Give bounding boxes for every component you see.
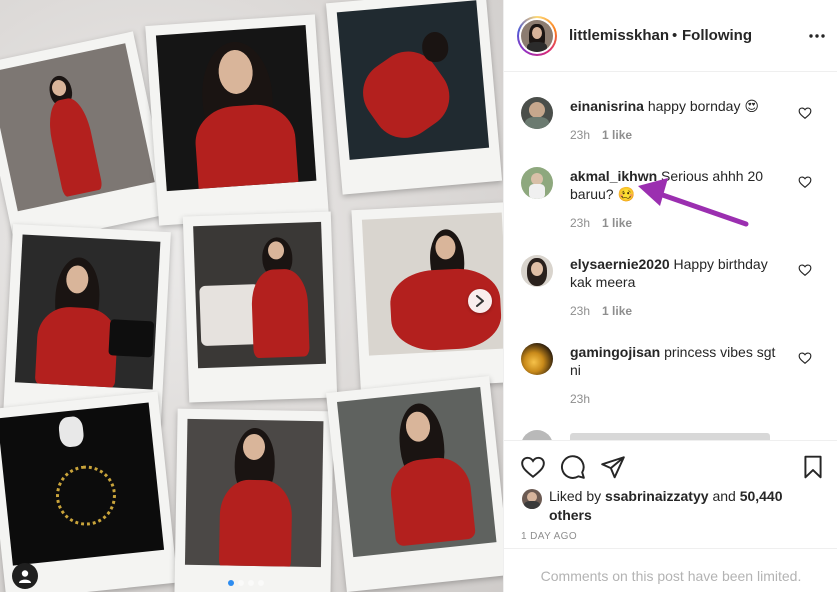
carousel-dot [248, 580, 254, 586]
comment-like-count[interactable]: 1 like [602, 216, 632, 230]
comment-text: einanisrina happy bornday 😍 [570, 97, 788, 115]
heart-icon[interactable] [798, 175, 812, 189]
liked-by-username[interactable]: ssabrinaizzatyy [605, 488, 709, 504]
user-tag-icon [19, 570, 31, 583]
polaroid-9 [325, 375, 503, 592]
likes-prefix: Liked by [549, 488, 602, 504]
post-author-username[interactable]: littlemisskhan [569, 27, 669, 44]
more-options-icon [809, 34, 825, 38]
header-separator: • [672, 27, 678, 44]
likes-and: and [712, 488, 736, 504]
polaroid-8 [174, 408, 334, 592]
post-sidebar: littlemisskhan • Following einanisrina h… [503, 0, 837, 592]
comment-meta: 23h 1 like [570, 216, 632, 230]
next-photo-button[interactable] [468, 289, 492, 313]
comment-icon[interactable] [560, 454, 586, 480]
heart-icon[interactable] [798, 351, 812, 365]
comments-list[interactable]: einanisrina happy bornday 😍 23h 1 like a… [504, 73, 837, 440]
heart-icon[interactable] [520, 454, 546, 480]
bookmark-icon[interactable] [800, 454, 826, 480]
polaroid-3 [325, 0, 503, 195]
post-header: littlemisskhan • Following [504, 0, 837, 72]
comment-username[interactable]: akmal_ikhwn [570, 168, 657, 184]
carousel-indicator [228, 580, 264, 586]
comment-body: happy bornday 😍 [647, 98, 759, 114]
carousel-dot [238, 580, 244, 586]
heart-icon[interactable] [798, 263, 812, 277]
post-actions: Liked by ssabrinaizzatyy and 50,440 othe… [504, 440, 837, 548]
comment-like-count[interactable]: 1 like [602, 304, 632, 318]
avatar[interactable] [521, 20, 553, 52]
tagged-users-button[interactable] [12, 563, 38, 589]
more-options-button[interactable] [806, 28, 828, 44]
avatar[interactable] [522, 489, 542, 509]
avatar[interactable] [521, 430, 553, 440]
comment-text: akmal_ikhwn Serious ahhh 20 baruu? 🥴 [570, 167, 788, 203]
comment-meta: 23h 1 like [570, 304, 632, 318]
comment-username[interactable]: einanisrina [570, 98, 644, 114]
comment-username[interactable]: gamingojisan [570, 344, 660, 360]
carousel-dot [258, 580, 264, 586]
comment-text: gamingojisan princess vibes sgt ni [570, 343, 788, 379]
avatar[interactable] [521, 167, 553, 199]
heart-icon[interactable] [798, 106, 812, 120]
avatar[interactable] [521, 343, 553, 375]
comment-username[interactable]: elysaernie2020 [570, 256, 670, 272]
comment-like-count[interactable]: 1 like [602, 128, 632, 142]
polaroid-7 [0, 391, 178, 592]
comment-meta: 23h 1 like [570, 128, 632, 142]
post-timestamp[interactable]: 1 DAY AGO [521, 531, 577, 542]
comment-text: elysaernie2020 Happy birthday kak meera [570, 255, 788, 291]
comments-limited-notice: Comments on this post have been limited. [504, 548, 837, 592]
polaroid-2 [145, 14, 329, 226]
post-photo[interactable] [0, 0, 503, 592]
share-icon[interactable] [600, 454, 626, 480]
comment-time[interactable]: 23h [570, 392, 590, 406]
avatar[interactable] [521, 97, 553, 129]
polaroid-5 [182, 211, 338, 403]
comment-time[interactable]: 23h [570, 304, 590, 318]
following-button[interactable]: Following [682, 27, 752, 44]
next-arrow-icon [476, 295, 484, 307]
comment-meta: 23h [570, 392, 590, 406]
avatar[interactable] [521, 255, 553, 287]
story-ring[interactable] [517, 16, 557, 56]
carousel-dot [228, 580, 234, 586]
comment-time[interactable]: 23h [570, 128, 590, 142]
likes-summary: Liked by ssabrinaizzatyy and 50,440 othe… [549, 487, 809, 525]
comment-time[interactable]: 23h [570, 216, 590, 230]
